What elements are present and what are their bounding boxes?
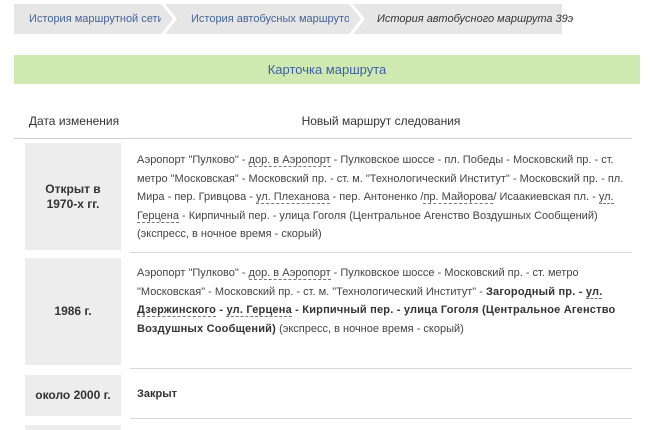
route-status: Закрыт — [137, 388, 178, 400]
date-cell: около 2000 г. — [25, 375, 121, 416]
street-link[interactable]: дор. в Аэропорт — [248, 267, 331, 280]
breadcrumb-current-page: История автобусного маршрута 39э — [353, 4, 573, 34]
breadcrumb-route-network-history[interactable]: История маршрутной сети — [14, 4, 177, 34]
breadcrumb-bus-routes-history[interactable]: История автобусных маршрутов — [165, 4, 365, 34]
column-header-route: Новый маршрут следования — [301, 114, 461, 128]
breadcrumb: История маршрутной сети История автобусн… — [14, 4, 573, 34]
row-divider — [130, 368, 632, 369]
route-description: Аэропорт "Пулково" - дор. в Аэропорт - П… — [137, 267, 616, 335]
date-cell-partial — [25, 425, 121, 430]
date-cell: 1986 г. — [25, 258, 121, 365]
breadcrumb-chevron-icon — [349, 4, 361, 34]
breadcrumb-label: История автобусных маршрутов — [191, 13, 356, 25]
street-link[interactable]: пр. Майорова — [423, 191, 494, 204]
street-link[interactable]: ул. Плеханова — [255, 191, 330, 204]
street-link[interactable]: дор. в Аэропорт — [248, 154, 331, 167]
route-description: Аэропорт "Пулково" - дор. в Аэропорт - П… — [137, 154, 624, 240]
header-divider — [14, 138, 632, 139]
row-divider — [130, 418, 632, 419]
row-divider — [130, 252, 632, 253]
route-card-title: Карточка маршрута — [267, 62, 387, 77]
column-header-date: Дата изменения — [28, 114, 120, 128]
route-card-header: Карточка маршрута — [14, 55, 640, 84]
date-cell: Открыт в 1970-х гг. — [25, 143, 121, 250]
breadcrumb-label: История автобусного маршрута 39э — [377, 13, 574, 25]
breadcrumb-chevron-icon — [161, 4, 173, 34]
breadcrumb-label: История маршрутной сети — [29, 13, 164, 25]
street-link[interactable]: ул. Герцена — [226, 304, 292, 317]
